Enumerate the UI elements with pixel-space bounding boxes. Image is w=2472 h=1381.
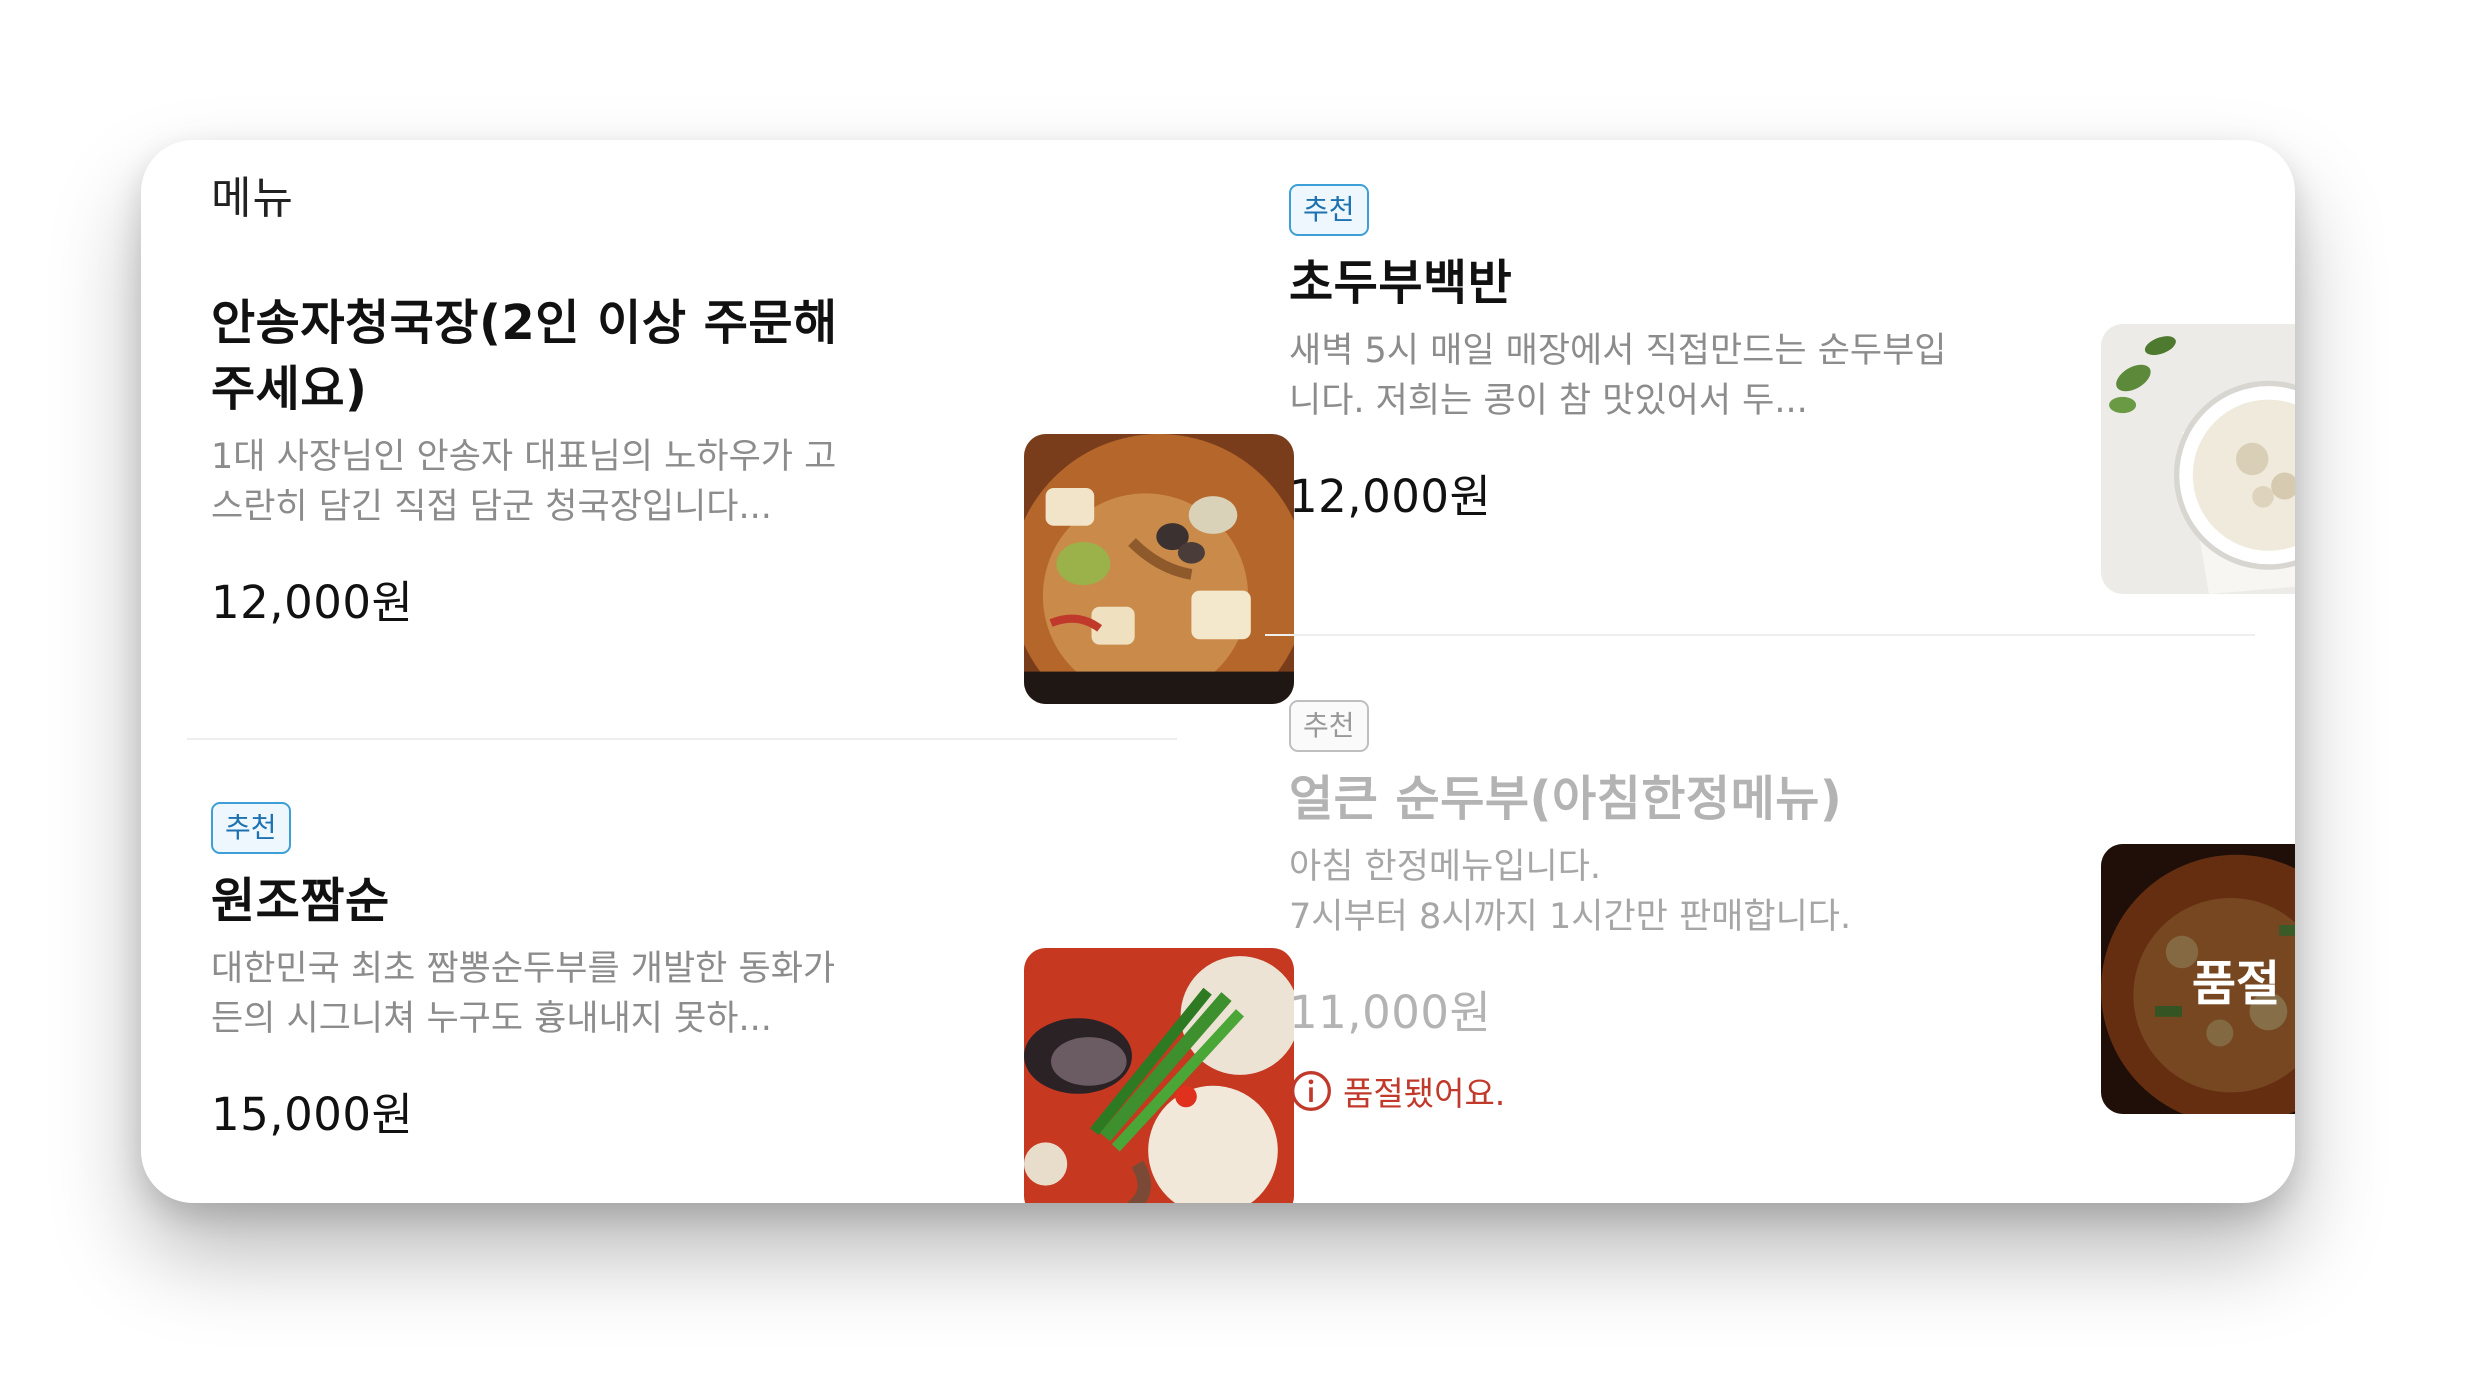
item-divider (187, 738, 1177, 740)
menu-item-price: 15,000원 (211, 1088, 414, 1141)
menu-item-price: 12,000원 (1289, 470, 1492, 523)
menu-item-price: 12,000원 (211, 576, 414, 629)
menu-item-wonjo-jjamsun[interactable]: 추천 원조짬순 대한민국 최초 짬뽕순두부를 개발한 동화가든의 시그니쳐 누구… (211, 802, 1294, 1203)
soldout-notice: 품절됐어요. (1289, 1067, 1949, 1115)
menu-item-name: 초두부백반 (1289, 255, 1513, 311)
soldout-overlay: 품절 (2101, 844, 2295, 1114)
recommend-badge: 추천 (1289, 184, 1369, 236)
menu-item-eolkeun-sundubu[interactable]: 추천 얼큰 순두부(아침한정메뉴) 아침 한정메뉴입니다. 7시부터 8시까지 … (1289, 700, 2295, 1115)
section-title: 메뉴 (211, 173, 294, 224)
item-divider (1265, 634, 2255, 636)
soldout-notice-text: 품절됐어요. (1343, 1074, 1506, 1113)
menu-item-description: 대한민국 최초 짬뽕순두부를 개발한 동화가든의 시그니쳐 누구도 흉내내지 못… (211, 949, 836, 1039)
menu-item-name: 얼큰 순두부(아침한정메뉴) (1289, 771, 1843, 827)
description-line: 7시부터 8시까지 1시간만 판매합니다. (1289, 897, 1852, 937)
recommend-badge: 추천 (1289, 700, 1369, 752)
menu-item-description: 새벽 5시 매일 매장에서 직접만드는 순두부입니다. 저희는 콩이 참 맛있어… (1289, 331, 1947, 421)
menu-item-name: 원조짬순 (211, 873, 390, 929)
menu-item-photo (2101, 324, 2295, 594)
menu-item-description: 아침 한정메뉴입니다. 7시부터 8시까지 1시간만 판매합니다. (1289, 842, 1949, 942)
menu-item-photo (1024, 948, 1294, 1203)
recommend-badge: 추천 (211, 802, 291, 854)
menu-item-price: 11,000원 (1289, 986, 1492, 1039)
menu-item-description: 1대 사장님인 안송자 대표님의 노하우가 고스란히 담긴 직접 담군 청국장입… (211, 437, 837, 527)
info-icon (1291, 1071, 1331, 1111)
menu-item-cheonggukjang[interactable]: 안송자청국장(2인 이상 주문해 주세요) 1대 사장님인 안송자 대표님의 노… (211, 290, 1294, 704)
menu-card: 메뉴 안송자청국장(2인 이상 주문해 주세요) 1대 사장님인 안송자 대표님… (141, 140, 2295, 1203)
menu-item-chodubu-baekban[interactable]: 추천 초두부백반 새벽 5시 매일 매장에서 직접만드는 순두부입니다. 저희는… (1289, 184, 2295, 594)
menu-item-name: 안송자청국장(2인 이상 주문해 주세요) (211, 295, 838, 417)
menu-item-photo (1024, 434, 1294, 704)
description-line: 아침 한정메뉴입니다. (1289, 847, 1602, 887)
menu-item-photo: 품절 (2101, 844, 2295, 1114)
